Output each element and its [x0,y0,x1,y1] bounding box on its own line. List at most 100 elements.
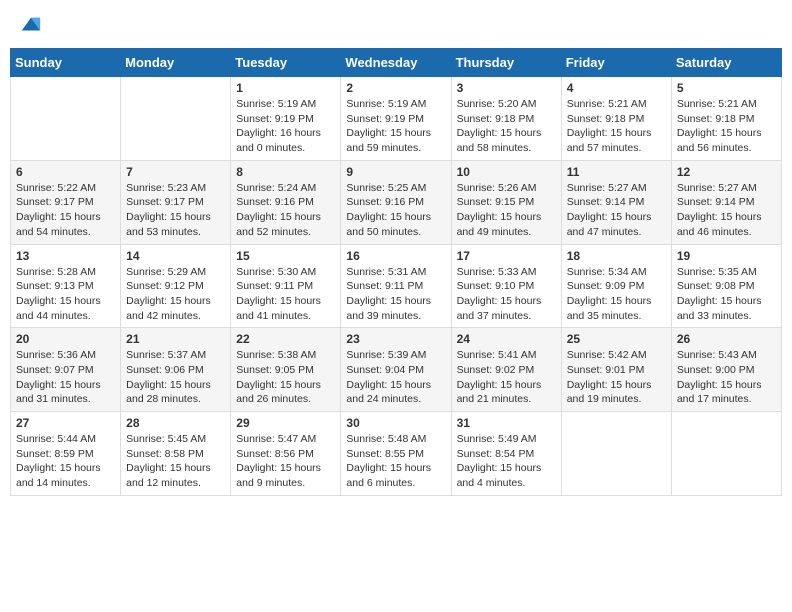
sunrise-text: Sunrise: 5:28 AM [16,266,96,278]
daylight-text: Daylight: 15 hours and 21 minutes. [457,379,542,406]
daylight-text: Daylight: 15 hours and 24 minutes. [346,379,431,406]
calendar-cell: 12 Sunrise: 5:27 AM Sunset: 9:14 PM Dayl… [671,160,781,244]
logo [18,14,42,36]
sunset-text: Sunset: 8:54 PM [457,448,535,460]
day-info: Sunrise: 5:39 AM Sunset: 9:04 PM Dayligh… [346,348,445,407]
sunrise-text: Sunrise: 5:41 AM [457,349,537,361]
calendar-cell: 4 Sunrise: 5:21 AM Sunset: 9:18 PM Dayli… [561,77,671,161]
day-info: Sunrise: 5:22 AM Sunset: 9:17 PM Dayligh… [16,181,115,240]
day-info: Sunrise: 5:33 AM Sunset: 9:10 PM Dayligh… [457,265,556,324]
sunset-text: Sunset: 9:04 PM [346,364,424,376]
day-info: Sunrise: 5:42 AM Sunset: 9:01 PM Dayligh… [567,348,666,407]
calendar-cell: 13 Sunrise: 5:28 AM Sunset: 9:13 PM Dayl… [11,244,121,328]
daylight-text: Daylight: 15 hours and 44 minutes. [16,295,101,322]
day-info: Sunrise: 5:36 AM Sunset: 9:07 PM Dayligh… [16,348,115,407]
day-info: Sunrise: 5:24 AM Sunset: 9:16 PM Dayligh… [236,181,335,240]
daylight-text: Daylight: 15 hours and 35 minutes. [567,295,652,322]
day-number: 25 [567,332,666,346]
daylight-text: Daylight: 15 hours and 46 minutes. [677,211,762,238]
day-info: Sunrise: 5:35 AM Sunset: 9:08 PM Dayligh… [677,265,776,324]
day-info: Sunrise: 5:38 AM Sunset: 9:05 PM Dayligh… [236,348,335,407]
daylight-text: Daylight: 15 hours and 28 minutes. [126,379,211,406]
calendar-day-header: Friday [561,49,671,77]
sunrise-text: Sunrise: 5:37 AM [126,349,206,361]
calendar-week-row: 27 Sunrise: 5:44 AM Sunset: 8:59 PM Dayl… [11,412,782,496]
calendar-cell: 29 Sunrise: 5:47 AM Sunset: 8:56 PM Dayl… [231,412,341,496]
daylight-text: Daylight: 15 hours and 12 minutes. [126,462,211,489]
calendar-cell: 23 Sunrise: 5:39 AM Sunset: 9:04 PM Dayl… [341,328,451,412]
sunset-text: Sunset: 9:10 PM [457,280,535,292]
day-info: Sunrise: 5:37 AM Sunset: 9:06 PM Dayligh… [126,348,225,407]
sunset-text: Sunset: 8:58 PM [126,448,204,460]
sunrise-text: Sunrise: 5:29 AM [126,266,206,278]
daylight-text: Daylight: 15 hours and 50 minutes. [346,211,431,238]
day-number: 18 [567,249,666,263]
daylight-text: Daylight: 15 hours and 56 minutes. [677,127,762,154]
sunrise-text: Sunrise: 5:27 AM [567,182,647,194]
day-info: Sunrise: 5:25 AM Sunset: 9:16 PM Dayligh… [346,181,445,240]
sunrise-text: Sunrise: 5:25 AM [346,182,426,194]
sunrise-text: Sunrise: 5:31 AM [346,266,426,278]
calendar-cell: 6 Sunrise: 5:22 AM Sunset: 9:17 PM Dayli… [11,160,121,244]
sunset-text: Sunset: 9:13 PM [16,280,94,292]
day-number: 19 [677,249,776,263]
sunrise-text: Sunrise: 5:42 AM [567,349,647,361]
calendar-day-header: Wednesday [341,49,451,77]
daylight-text: Daylight: 15 hours and 53 minutes. [126,211,211,238]
sunrise-text: Sunrise: 5:43 AM [677,349,757,361]
calendar-cell [11,77,121,161]
day-number: 13 [16,249,115,263]
day-info: Sunrise: 5:19 AM Sunset: 9:19 PM Dayligh… [236,97,335,156]
calendar-day-header: Sunday [11,49,121,77]
sunset-text: Sunset: 8:59 PM [16,448,94,460]
daylight-text: Daylight: 15 hours and 52 minutes. [236,211,321,238]
day-number: 2 [346,81,445,95]
daylight-text: Daylight: 15 hours and 4 minutes. [457,462,542,489]
day-info: Sunrise: 5:26 AM Sunset: 9:15 PM Dayligh… [457,181,556,240]
day-number: 24 [457,332,556,346]
day-info: Sunrise: 5:27 AM Sunset: 9:14 PM Dayligh… [677,181,776,240]
calendar-cell [671,412,781,496]
sunset-text: Sunset: 9:09 PM [567,280,645,292]
calendar-cell: 21 Sunrise: 5:37 AM Sunset: 9:06 PM Dayl… [121,328,231,412]
sunset-text: Sunset: 9:11 PM [236,280,313,292]
day-number: 9 [346,165,445,179]
sunset-text: Sunset: 9:17 PM [126,196,204,208]
daylight-text: Daylight: 15 hours and 37 minutes. [457,295,542,322]
day-info: Sunrise: 5:41 AM Sunset: 9:02 PM Dayligh… [457,348,556,407]
daylight-text: Daylight: 15 hours and 58 minutes. [457,127,542,154]
day-number: 15 [236,249,335,263]
sunrise-text: Sunrise: 5:21 AM [677,98,757,110]
calendar-cell [121,77,231,161]
calendar-cell: 28 Sunrise: 5:45 AM Sunset: 8:58 PM Dayl… [121,412,231,496]
daylight-text: Daylight: 15 hours and 59 minutes. [346,127,431,154]
logo-icon [20,14,42,36]
sunset-text: Sunset: 9:14 PM [677,196,755,208]
sunrise-text: Sunrise: 5:38 AM [236,349,316,361]
calendar-cell: 24 Sunrise: 5:41 AM Sunset: 9:02 PM Dayl… [451,328,561,412]
day-number: 21 [126,332,225,346]
daylight-text: Daylight: 15 hours and 31 minutes. [16,379,101,406]
sunset-text: Sunset: 9:08 PM [677,280,755,292]
daylight-text: Daylight: 15 hours and 54 minutes. [16,211,101,238]
day-info: Sunrise: 5:45 AM Sunset: 8:58 PM Dayligh… [126,432,225,491]
daylight-text: Daylight: 15 hours and 39 minutes. [346,295,431,322]
calendar-cell: 14 Sunrise: 5:29 AM Sunset: 9:12 PM Dayl… [121,244,231,328]
day-number: 7 [126,165,225,179]
sunrise-text: Sunrise: 5:39 AM [346,349,426,361]
day-number: 6 [16,165,115,179]
daylight-text: Daylight: 15 hours and 49 minutes. [457,211,542,238]
sunrise-text: Sunrise: 5:22 AM [16,182,96,194]
daylight-text: Daylight: 15 hours and 47 minutes. [567,211,652,238]
calendar-day-header: Monday [121,49,231,77]
calendar-cell: 7 Sunrise: 5:23 AM Sunset: 9:17 PM Dayli… [121,160,231,244]
sunrise-text: Sunrise: 5:35 AM [677,266,757,278]
sunrise-text: Sunrise: 5:30 AM [236,266,316,278]
calendar-cell: 27 Sunrise: 5:44 AM Sunset: 8:59 PM Dayl… [11,412,121,496]
day-info: Sunrise: 5:48 AM Sunset: 8:55 PM Dayligh… [346,432,445,491]
calendar-cell: 31 Sunrise: 5:49 AM Sunset: 8:54 PM Dayl… [451,412,561,496]
sunrise-text: Sunrise: 5:45 AM [126,433,206,445]
day-number: 20 [16,332,115,346]
day-info: Sunrise: 5:31 AM Sunset: 9:11 PM Dayligh… [346,265,445,324]
day-info: Sunrise: 5:23 AM Sunset: 9:17 PM Dayligh… [126,181,225,240]
